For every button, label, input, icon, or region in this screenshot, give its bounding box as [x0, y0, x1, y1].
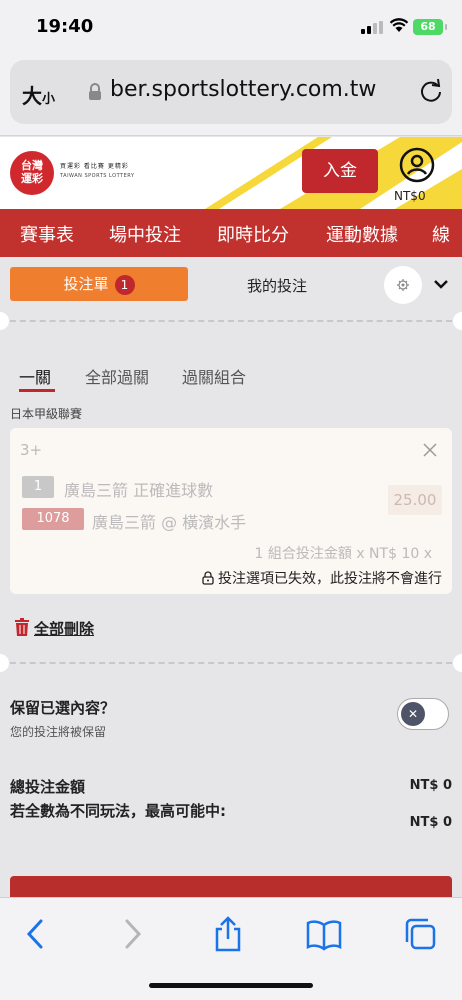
tab-single[interactable]: 一關	[19, 364, 51, 388]
browser-address-area: 大小 ber.sportslottery.com.tw	[0, 52, 462, 136]
bet-count-badge: 1	[114, 274, 135, 295]
tab-all-parlay[interactable]: 全部過關	[85, 364, 149, 388]
nav-item-schedule[interactable]: 賽事表	[20, 221, 74, 247]
divider-notch	[453, 654, 462, 672]
divider	[0, 662, 462, 664]
total-stake-value: NT$ 0	[409, 778, 452, 793]
bet-combo-label: 3+	[20, 441, 43, 459]
tab-bet-slip[interactable]: 投注單 1	[10, 267, 188, 301]
wifi-icon	[389, 18, 409, 32]
divider-notch	[0, 312, 9, 330]
settings-button[interactable]	[384, 266, 422, 304]
toggle-off-icon: ✕	[401, 702, 425, 726]
stake-summary: 1 組合投注金額 x NT$ 10 x	[254, 546, 432, 562]
main-nav: 賽事表 場中投注 即時比分 運動數據 線	[0, 209, 462, 257]
divider-notch	[453, 312, 462, 330]
back-icon[interactable]	[18, 916, 54, 952]
tab-my-bets[interactable]: 我的投注	[247, 275, 307, 296]
match-badge: 1078	[22, 508, 84, 530]
lock-icon	[202, 571, 214, 585]
url-text[interactable]: ber.sportslottery.com.tw	[110, 77, 376, 102]
invalid-notice: 投注選項已失效，此投注將不會進行	[202, 568, 442, 588]
bet-card: 3+ 1 廣島三箭 正確進球數 1078 廣島三箭 @ 橫濱水手 25.00 1…	[10, 428, 452, 594]
lock-icon	[89, 83, 101, 100]
nav-item-live-scores[interactable]: 即時比分	[217, 221, 289, 247]
max-win-label: 若全數為不同玩法，最高可能中:	[10, 802, 227, 820]
trash-icon	[15, 618, 29, 636]
status-bar: 19:40 68	[0, 0, 462, 52]
league-name: 日本甲級聯賽	[10, 407, 83, 421]
selection-text: 廣島三箭 正確進球數	[64, 481, 214, 500]
battery-indicator: 68	[413, 19, 447, 35]
keep-selections-label: 保留已選內容？	[10, 699, 116, 717]
selection-badge: 1	[22, 476, 54, 498]
tabs-icon[interactable]	[402, 916, 438, 952]
bookmarks-icon[interactable]	[306, 916, 342, 952]
nav-item-live-betting[interactable]: 場中投注	[109, 221, 181, 247]
share-icon[interactable]	[210, 916, 246, 952]
tab-parlay-combo[interactable]: 過關組合	[182, 364, 246, 388]
reload-icon[interactable]	[418, 78, 444, 104]
deposit-button[interactable]: 入金	[302, 149, 378, 193]
close-icon[interactable]	[422, 442, 438, 458]
text-size-button[interactable]: 大小	[22, 80, 55, 109]
logo-tagline: 買運彩 看比賽 更精彩	[60, 163, 129, 170]
home-indicator	[149, 983, 313, 988]
total-stake-label: 總投注金額	[10, 778, 86, 796]
site-header: 台灣 運彩 買運彩 看比賽 更精彩 TAIWAN SPORTS LOTTERY …	[0, 137, 462, 209]
status-time: 19:40	[36, 16, 94, 37]
account-balance: NT$0	[394, 189, 426, 203]
active-tab-indicator	[19, 389, 55, 392]
logo-subtitle: TAIWAN SPORTS LOTTERY	[60, 173, 135, 179]
cellular-signal-icon	[361, 21, 383, 34]
keep-selections-hint: 您的投注將被保留	[10, 725, 107, 739]
delete-all-button[interactable]: 全部刪除	[14, 618, 94, 639]
divider	[0, 320, 462, 322]
keep-selections-toggle[interactable]: ✕	[397, 698, 449, 730]
nav-item-more[interactable]: 線	[432, 221, 450, 247]
odds-value: 25.00	[388, 485, 442, 515]
address-bar[interactable]: 大小 ber.sportslottery.com.tw	[10, 60, 452, 124]
gear-icon	[397, 279, 409, 291]
max-win-value: NT$ 0	[409, 815, 452, 830]
nav-item-sports-data[interactable]: 運動數據	[326, 221, 398, 247]
site-logo[interactable]: 台灣 運彩	[10, 151, 54, 195]
divider-notch	[0, 654, 9, 672]
forward-icon[interactable]	[114, 916, 150, 952]
account-icon[interactable]	[399, 147, 435, 183]
match-text: 廣島三箭 @ 橫濱水手	[92, 513, 247, 532]
bet-slip-header: 投注單 1 我的投注	[0, 257, 462, 313]
chevron-down-icon[interactable]	[432, 277, 450, 291]
